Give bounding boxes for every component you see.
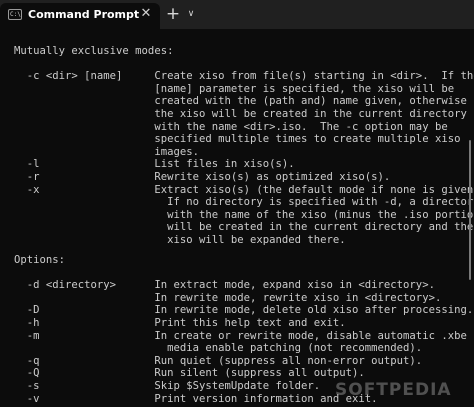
terminal-icon: C:\ [8, 9, 22, 20]
close-icon[interactable]: ✕ [138, 6, 154, 22]
terminal-line: -v Print version information and exit. [14, 392, 378, 405]
softpedia-watermark: SOFTPEDIA [335, 380, 452, 400]
terminal-line: -Q Run silent (suppress all output). [14, 367, 365, 380]
chevron-down-icon[interactable]: ∨ [184, 6, 198, 22]
terminal-line: created with the (path and) name given, … [14, 95, 467, 108]
terminal-line: -d <directory> In extract mode, expand x… [14, 279, 435, 292]
terminal-line: -r Rewrite xiso(s) as optimized xiso(s). [14, 171, 391, 183]
scrollbar-thumb[interactable] [469, 140, 471, 280]
terminal-line: -q Run quiet (suppress all non-error out… [14, 354, 423, 367]
terminal-line: with the name of the xiso (minus the .is… [14, 208, 474, 221]
tab-command-prompt[interactable]: C:\ Command Prompt ✕ [0, 3, 160, 29]
new-tab-button[interactable]: + [165, 5, 181, 23]
terminal-output[interactable]: Mutually exclusive modes: -c <dir> [name… [0, 29, 474, 407]
terminal-line: -x Extract xiso(s) (the default mode if … [14, 183, 474, 196]
terminal-line: Options: [14, 254, 66, 266]
terminal-line: -h Print this help text and exit. [14, 317, 346, 329]
terminal-line: If no directory is specified with -d, a … [14, 196, 474, 209]
terminal-line: the xiso will be created in the current … [14, 108, 467, 120]
terminal-line: [name] parameter is specified, the xiso … [14, 82, 455, 95]
terminal-line: xiso will be expanded there. [14, 234, 346, 246]
tab-bar: C:\ Command Prompt ✕ + ∨ [0, 0, 474, 29]
terminal-line: with the name <dir>.iso. The -c option m… [14, 120, 448, 133]
terminal-line: In rewrite mode, rewrite xiso in <direct… [14, 291, 442, 304]
terminal-line: -D In rewrite mode, delete old xiso afte… [14, 304, 474, 317]
terminal-line: -c <dir> [name] Create xiso from file(s)… [14, 70, 474, 83]
terminal-line: -l List files in xiso(s). [14, 158, 295, 171]
terminal-icon-label: C:\ [10, 11, 21, 18]
terminal-line: -s Skip $SystemUpdate folder. [14, 380, 321, 392]
terminal-line: images. [14, 145, 199, 158]
terminal-line: specified multiple times to create multi… [14, 133, 461, 146]
terminal-line: -m In create or rewrite mode, disable au… [14, 329, 467, 342]
terminal-line: will be created in the current directory… [14, 221, 474, 234]
terminal-line: media enable patching (not recommended). [14, 342, 423, 355]
terminal-line: Mutually exclusive modes: [14, 45, 174, 57]
tab-title: Command Prompt [28, 8, 140, 21]
